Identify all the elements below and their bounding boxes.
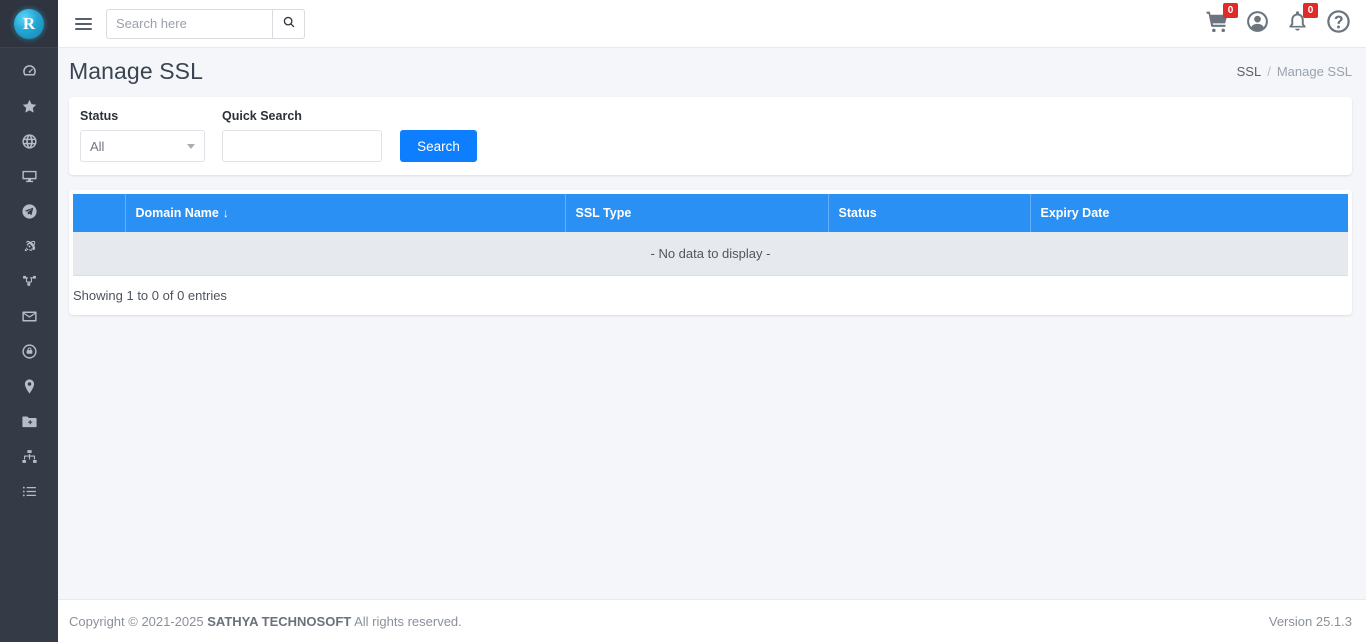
hamburger-bar [74,22,92,25]
dashboard-icon [21,63,38,85]
hamburger-bar [74,27,92,30]
page-title: Manage SSL [69,57,203,84]
sort-desc-icon: ↓ [222,206,229,220]
sidebar-item-bulk-mail[interactable] [0,196,58,231]
logo-letter: R [14,8,44,39]
app-logo[interactable]: R [0,0,58,48]
sidebar-nav [0,48,58,511]
quick-search-filter: Quick Search [222,109,382,162]
status-select-value: All [90,138,105,154]
breadcrumb-current: Manage SSL [1276,63,1352,79]
sidebar-item-hosting[interactable] [0,161,58,196]
notifications-button[interactable]: 0 [1285,2,1318,39]
global-search-input[interactable] [106,8,272,39]
top-bar: 0 0 [58,0,1366,48]
page-footer: Copyright © 2021-2025 SATHYA TECHNOSOFT … [58,599,1366,642]
ssl-table-body: - No data to display - [73,232,1348,276]
top-bar-actions: 0 0 [1205,2,1366,40]
help-icon [1325,8,1352,40]
lock-shield-icon [21,343,38,365]
footer-copyright-suffix: All rights reserved. [354,613,462,629]
column-header-expiry-date[interactable]: Expiry Date [1030,194,1348,232]
page-header: Manage SSL SSL / Manage SSL [58,48,1366,94]
envelope-icon [21,308,38,330]
column-header-domain-name-label: Domain Name [135,206,219,220]
map-pin-icon [21,378,38,400]
sidebar-item-ssl[interactable] [0,336,58,371]
help-button[interactable] [1325,8,1352,40]
search-icon [282,15,296,32]
empty-state-message: - No data to display - [73,232,1348,276]
ssl-table-wrapper: Domain Name ↓ SSL Type Status Expiry Date… [69,190,1352,276]
table-header-row: Domain Name ↓ SSL Type Status Expiry Date [73,194,1348,232]
breadcrumb-parent[interactable]: SSL [1237,64,1262,79]
user-account-button[interactable] [1245,9,1270,39]
list-icon [21,483,38,505]
quick-search-label: Quick Search [222,109,302,123]
sidebar-item-dashboard[interactable] [0,56,58,91]
breadcrumb-separator: / [1267,63,1271,79]
user-avatar-icon [1245,9,1270,39]
global-search [106,8,305,39]
send-icon [21,203,38,225]
cart-button[interactable]: 0 [1205,2,1238,39]
sidebar-item-applications[interactable] [0,231,58,266]
footer-version: Version 25.1.3 [1268,613,1352,629]
folder-plus-icon [21,413,38,435]
search-button[interactable]: Search [400,130,477,162]
sidebar-item-locations[interactable] [0,371,58,406]
sitemap-icon [21,273,38,295]
ssl-table: Domain Name ↓ SSL Type Status Expiry Date… [73,194,1348,276]
filter-card: Status All Quick Search Search [69,97,1352,175]
column-header-select[interactable] [73,194,126,232]
footer-company: SATHYA TECHNOSOFT [207,613,352,629]
status-filter-label: Status [80,109,119,123]
table-row-empty: - No data to display - [73,232,1348,276]
global-search-button[interactable] [272,8,305,39]
globe-icon [21,133,38,155]
ssl-table-head: Domain Name ↓ SSL Type Status Expiry Date [73,194,1348,232]
breadcrumb: SSL / Manage SSL [1237,64,1352,79]
monitor-icon [21,168,38,190]
status-filter: Status All [80,109,205,162]
cart-badge: 0 [1223,2,1238,18]
column-header-ssl-type[interactable]: SSL Type [565,194,829,232]
sidebar: R [0,0,58,642]
sidebar-item-favourites[interactable] [0,91,58,126]
footer-copyright-prefix: Copyright © 2021-2025 [69,613,204,629]
quick-search-input[interactable] [222,130,382,162]
results-card: Domain Name ↓ SSL Type Status Expiry Date… [69,190,1352,315]
entries-info: Showing 1 to 0 of 0 entries [73,288,227,303]
sidebar-item-organization[interactable] [0,441,58,476]
star-icon [21,98,38,120]
atom-icon [21,238,38,260]
sidebar-item-network[interactable] [0,266,58,301]
status-select[interactable]: All [80,130,205,162]
sidebar-item-domains[interactable] [0,126,58,161]
hamburger-bar [74,17,92,20]
sidebar-item-add-files[interactable] [0,406,58,441]
column-header-status[interactable]: Status [828,194,1031,232]
sidebar-item-reports[interactable] [0,476,58,511]
footer-copyright: Copyright © 2021-2025 SATHYA TECHNOSOFT … [69,614,462,629]
notification-badge: 0 [1303,2,1318,18]
menu-toggle-button[interactable] [60,0,106,48]
sidebar-item-mail[interactable] [0,301,58,336]
column-header-domain-name[interactable]: Domain Name ↓ [125,194,566,232]
chevron-down-icon [187,144,195,149]
filter-row: Status All Quick Search Search [69,97,1352,162]
org-chart-icon [21,448,38,470]
